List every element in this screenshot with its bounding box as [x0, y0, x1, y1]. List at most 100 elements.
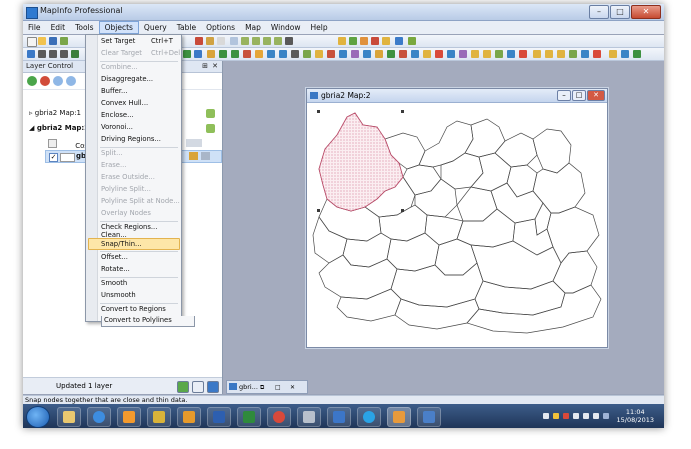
collapse-arrow-icon[interactable]: ◢: [29, 124, 34, 132]
maximize-button[interactable]: □: [275, 382, 281, 394]
move-down-icon[interactable]: [66, 76, 76, 86]
taskbar-chrome[interactable]: [267, 407, 291, 427]
map-node-2[interactable]: ◢ gbria2 Map:2: [29, 124, 89, 132]
menu-item-split[interactable]: Split...: [101, 149, 123, 157]
info-icon[interactable]: [255, 50, 263, 58]
selection-handle[interactable]: [401, 209, 404, 212]
tool-t-icon[interactable]: [557, 50, 565, 58]
options-icon[interactable]: [192, 381, 204, 393]
tool-d-icon[interactable]: [371, 37, 379, 45]
tool-h-icon[interactable]: [194, 50, 202, 58]
taskbar-outlook[interactable]: [177, 407, 201, 427]
tool-k-icon[interactable]: [447, 50, 455, 58]
taskbar-app-remote[interactable]: [417, 407, 441, 427]
selected-region[interactable]: [318, 112, 404, 212]
menu-help[interactable]: Help: [305, 21, 332, 34]
map-restore-button[interactable]: □: [572, 90, 586, 101]
menu-item-convert-to-polylines[interactable]: Convert to Polylines: [101, 316, 195, 327]
menu-window[interactable]: Window: [266, 21, 306, 34]
menu-item-polyline-split-at-node[interactable]: Polyline Split at Node...: [101, 197, 180, 205]
map-window[interactable]: gbria2 Map:2 – □ ✕: [306, 88, 608, 348]
map-close-button[interactable]: ✕: [587, 90, 605, 101]
minimized-window[interactable]: gbri... ⧉ □ ✕: [226, 380, 308, 394]
selection-handle[interactable]: [317, 110, 320, 113]
grabber-icon[interactable]: [243, 50, 251, 58]
tool-o-icon[interactable]: [495, 50, 503, 58]
taskbar-excel[interactable]: [237, 407, 261, 427]
drag-window-icon[interactable]: [291, 50, 299, 58]
expand-arrow-icon[interactable]: ▹: [29, 109, 33, 117]
taskbar-mapinfo[interactable]: [387, 407, 411, 427]
radius-select-icon[interactable]: [303, 50, 311, 58]
menu-item-voronoi[interactable]: Voronoi...: [101, 123, 133, 131]
menu-options[interactable]: Options: [201, 21, 240, 34]
tool-n-icon[interactable]: [483, 50, 491, 58]
move-up-icon[interactable]: [53, 76, 63, 86]
new-grapher-icon[interactable]: [263, 37, 271, 45]
menu-map[interactable]: Map: [240, 21, 266, 34]
map-layers-icon[interactable]: [206, 124, 215, 133]
paste-icon[interactable]: [217, 37, 225, 45]
tool-e-icon[interactable]: [382, 37, 390, 45]
polygon-select-icon[interactable]: [339, 50, 347, 58]
marquee-select-icon[interactable]: [315, 50, 323, 58]
map-canvas[interactable]: [307, 103, 607, 347]
taskbar-ie[interactable]: [87, 407, 111, 427]
menu-query[interactable]: Query: [139, 21, 172, 34]
select-icon[interactable]: [27, 50, 35, 58]
tool-r-icon[interactable]: [533, 50, 541, 58]
menu-item-convex-hull[interactable]: Convex Hull...: [101, 99, 148, 107]
menu-item-overlay-nodes[interactable]: Overlay Nodes: [101, 209, 151, 217]
tray-signal-icon[interactable]: [593, 413, 599, 419]
save-icon[interactable]: [49, 37, 57, 45]
map-layers-icon[interactable]: [206, 109, 215, 118]
taskbar-app-gray[interactable]: [297, 407, 321, 427]
legend-icon[interactable]: [363, 50, 371, 58]
tool-g-icon[interactable]: [183, 50, 191, 58]
tool-y-icon[interactable]: [621, 50, 629, 58]
menu-item-disaggregate[interactable]: Disaggregate...: [101, 75, 153, 83]
help-button-icon[interactable]: [207, 381, 219, 393]
menu-item-driving-regions[interactable]: Driving Regions...: [101, 135, 161, 143]
add-layer-icon[interactable]: [27, 76, 37, 86]
start-button[interactable]: [26, 406, 50, 428]
tool-z-icon[interactable]: [633, 50, 641, 58]
tray-sync-icon[interactable]: [603, 413, 609, 419]
tool-i-icon[interactable]: [423, 50, 431, 58]
tray-flag-icon[interactable]: [553, 413, 559, 419]
layer-control-icon[interactable]: [351, 50, 359, 58]
statistics-icon[interactable]: [375, 50, 383, 58]
tool-x-icon[interactable]: [609, 50, 617, 58]
redistrict-icon[interactable]: [285, 37, 293, 45]
menu-item-unsmooth[interactable]: Unsmooth: [101, 291, 136, 299]
panel-close-icon[interactable]: ✕: [212, 61, 218, 72]
apply-icon[interactable]: [177, 381, 189, 393]
tray-network-icon[interactable]: [573, 413, 579, 419]
remove-layer-icon[interactable]: [40, 76, 50, 86]
zoom-out-icon[interactable]: [231, 50, 239, 58]
tool-s-icon[interactable]: [545, 50, 553, 58]
taskbar-app-orange[interactable]: [117, 407, 141, 427]
minimize-button[interactable]: –: [589, 5, 609, 19]
menu-item-set-target[interactable]: Set Target Ctrl+T: [101, 37, 173, 45]
clip-region-icon[interactable]: [387, 50, 395, 58]
add-node-icon[interactable]: [411, 50, 419, 58]
menu-file[interactable]: File: [23, 21, 46, 34]
taskbar-app-blue[interactable]: [327, 407, 351, 427]
tool-f-icon[interactable]: [408, 37, 416, 45]
new-icon[interactable]: [27, 37, 37, 47]
editable-icon[interactable]: [189, 152, 198, 160]
map-minimize-button[interactable]: –: [557, 90, 571, 101]
tool-q-icon[interactable]: [519, 50, 527, 58]
menu-tools[interactable]: Tools: [70, 21, 98, 34]
layer-row-cosmetic[interactable]: Cos: [48, 139, 88, 150]
tool-c-icon[interactable]: [360, 37, 368, 45]
zoom-in-icon[interactable]: [219, 50, 227, 58]
new-mapper-icon[interactable]: [252, 37, 260, 45]
visibility-checkbox[interactable]: ✓: [49, 153, 58, 162]
restore-button[interactable]: ⧉: [260, 382, 264, 394]
menu-item-smooth[interactable]: Smooth: [101, 279, 127, 287]
new-layout-icon[interactable]: [274, 37, 282, 45]
layer-edit-icons[interactable]: [186, 139, 202, 147]
taskbar-explorer[interactable]: [57, 407, 81, 427]
